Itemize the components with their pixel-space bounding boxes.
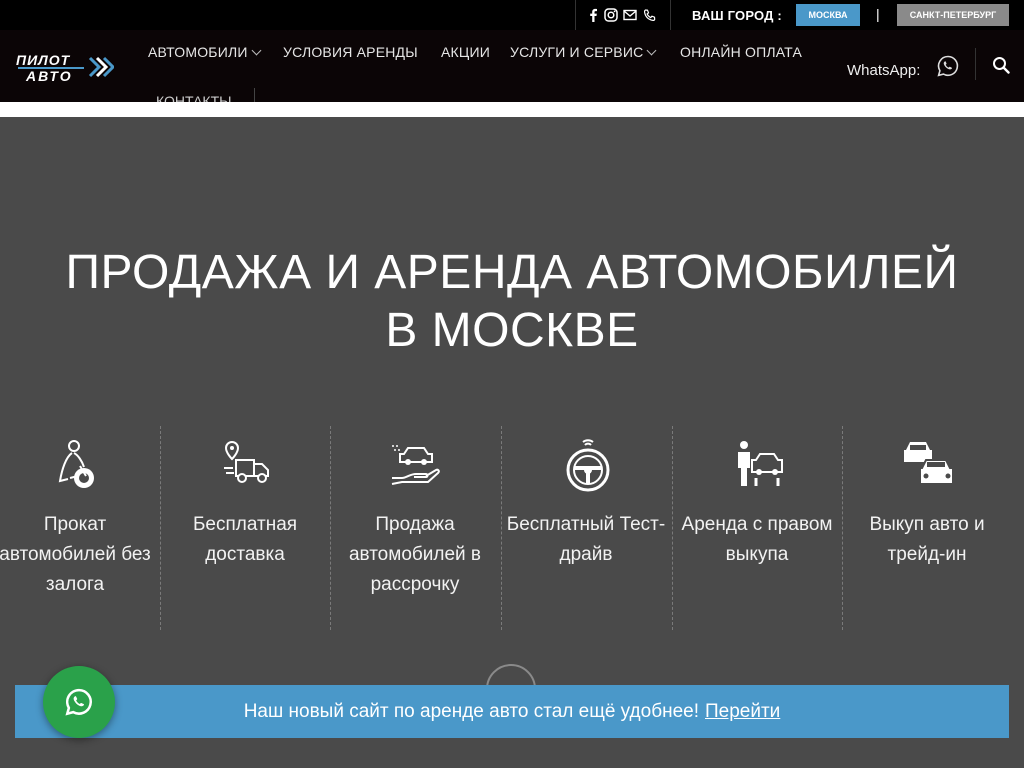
white-strip (0, 102, 1024, 117)
divider (975, 48, 976, 80)
whatsapp-float-button[interactable] (43, 666, 115, 738)
feature-item: Продажа автомобилей в рассрочку (330, 426, 500, 630)
nav-cars-label: АВТОМОБИЛИ (148, 44, 248, 60)
search-icon[interactable] (992, 56, 1010, 74)
feature-item: Прокат автомобилей без залога (0, 426, 160, 630)
chevron-down-icon (646, 45, 657, 55)
nav-promotions[interactable]: АКЦИИ (441, 44, 490, 60)
city-label: ВАШ ГОРОД : (692, 8, 782, 23)
whatsapp-icon (65, 688, 92, 716)
nav-online-payment[interactable]: ОНЛАЙН ОПЛАТА (680, 44, 802, 60)
nav-services-label: УСЛУГИ И СЕРВИС (510, 44, 644, 60)
nav-contacts[interactable]: КОНТАКТЫ (156, 92, 232, 102)
whatsapp-icon[interactable] (936, 54, 960, 78)
steering-wheel-icon (566, 439, 610, 492)
person-with-car-icon (738, 441, 783, 486)
feature-text: Аренда с правом выкупа (681, 514, 833, 565)
car-in-hand-icon (391, 445, 440, 485)
divider (575, 0, 576, 30)
city-moscow-button[interactable]: МОСКВА (796, 4, 860, 26)
mail-icon[interactable] (622, 6, 638, 24)
phone-icon[interactable] (641, 6, 657, 24)
nav-promotions-label: АКЦИИ (441, 44, 490, 60)
feature-text: Бесплатная доставка (192, 514, 298, 565)
features-row: Прокат автомобилей без залога Бесплатная… (0, 426, 1024, 630)
feature-item: Бесплатная доставка (160, 426, 330, 630)
driver-icon (58, 440, 94, 488)
facebook-icon[interactable] (585, 6, 601, 24)
nav-rental-terms[interactable]: УСЛОВИЯ АРЕНДЫ (283, 44, 418, 60)
divider (670, 0, 671, 30)
notice-link[interactable]: Перейти (705, 701, 780, 723)
two-cars-icon (904, 442, 954, 485)
city-divider: | (876, 6, 880, 22)
main-header: ПИЛОТ АВТО АВТОМОБИЛИ УСЛОВИЯ АРЕНДЫ АКЦ… (0, 30, 1024, 102)
top-bar: ВАШ ГОРОД : МОСКВА | САНКТ-ПЕТЕРБУРГ (0, 0, 1024, 30)
chevron-down-icon (251, 45, 262, 55)
nav-online-payment-label: ОНЛАЙН ОПЛАТА (680, 44, 802, 60)
feature-text: Продажа автомобилей в рассрочку (348, 514, 482, 595)
city-spb-button[interactable]: САНКТ-ПЕТЕРБУРГ (897, 4, 1009, 26)
feature-item: Выкуп авто и трейд-ин (842, 426, 1012, 630)
logo-line1: ПИЛОТ (16, 52, 71, 68)
hero-title: ПРОДАЖА И АРЕНДА АВТОМОБИЛЕЙ В МОСКВЕ (0, 244, 1024, 360)
nav-cars[interactable]: АВТОМОБИЛИ (148, 44, 262, 60)
feature-text: Прокат автомобилей без залога (0, 514, 151, 595)
delivery-truck-icon (224, 440, 269, 483)
feature-item: Бесплатный Тест-драйв (501, 426, 671, 630)
whatsapp-label: WhatsApp: (847, 62, 921, 79)
hero-title-line1: ПРОДАЖА И АРЕНДА АВТОМОБИЛЕЙ (65, 246, 959, 299)
divider (254, 88, 255, 102)
feature-item: Аренда с правом выкупа (672, 426, 842, 630)
feature-text: Бесплатный Тест-драйв (506, 514, 666, 565)
instagram-icon[interactable] (603, 6, 619, 24)
feature-text: Выкуп авто и трейд-ин (869, 514, 985, 565)
site-logo[interactable]: ПИЛОТ АВТО (16, 52, 116, 86)
nav-services[interactable]: УСЛУГИ И СЕРВИС (510, 44, 657, 60)
nav-rental-terms-label: УСЛОВИЯ АРЕНДЫ (283, 44, 418, 60)
logo-line2: АВТО (26, 68, 73, 84)
notice-bar: Наш новый сайт по аренде авто стал ещё у… (15, 685, 1009, 738)
notice-text: Наш новый сайт по аренде авто стал ещё у… (243, 700, 699, 722)
hero-title-line2: В МОСКВЕ (385, 304, 639, 357)
logo-chevrons-icon (88, 56, 114, 78)
